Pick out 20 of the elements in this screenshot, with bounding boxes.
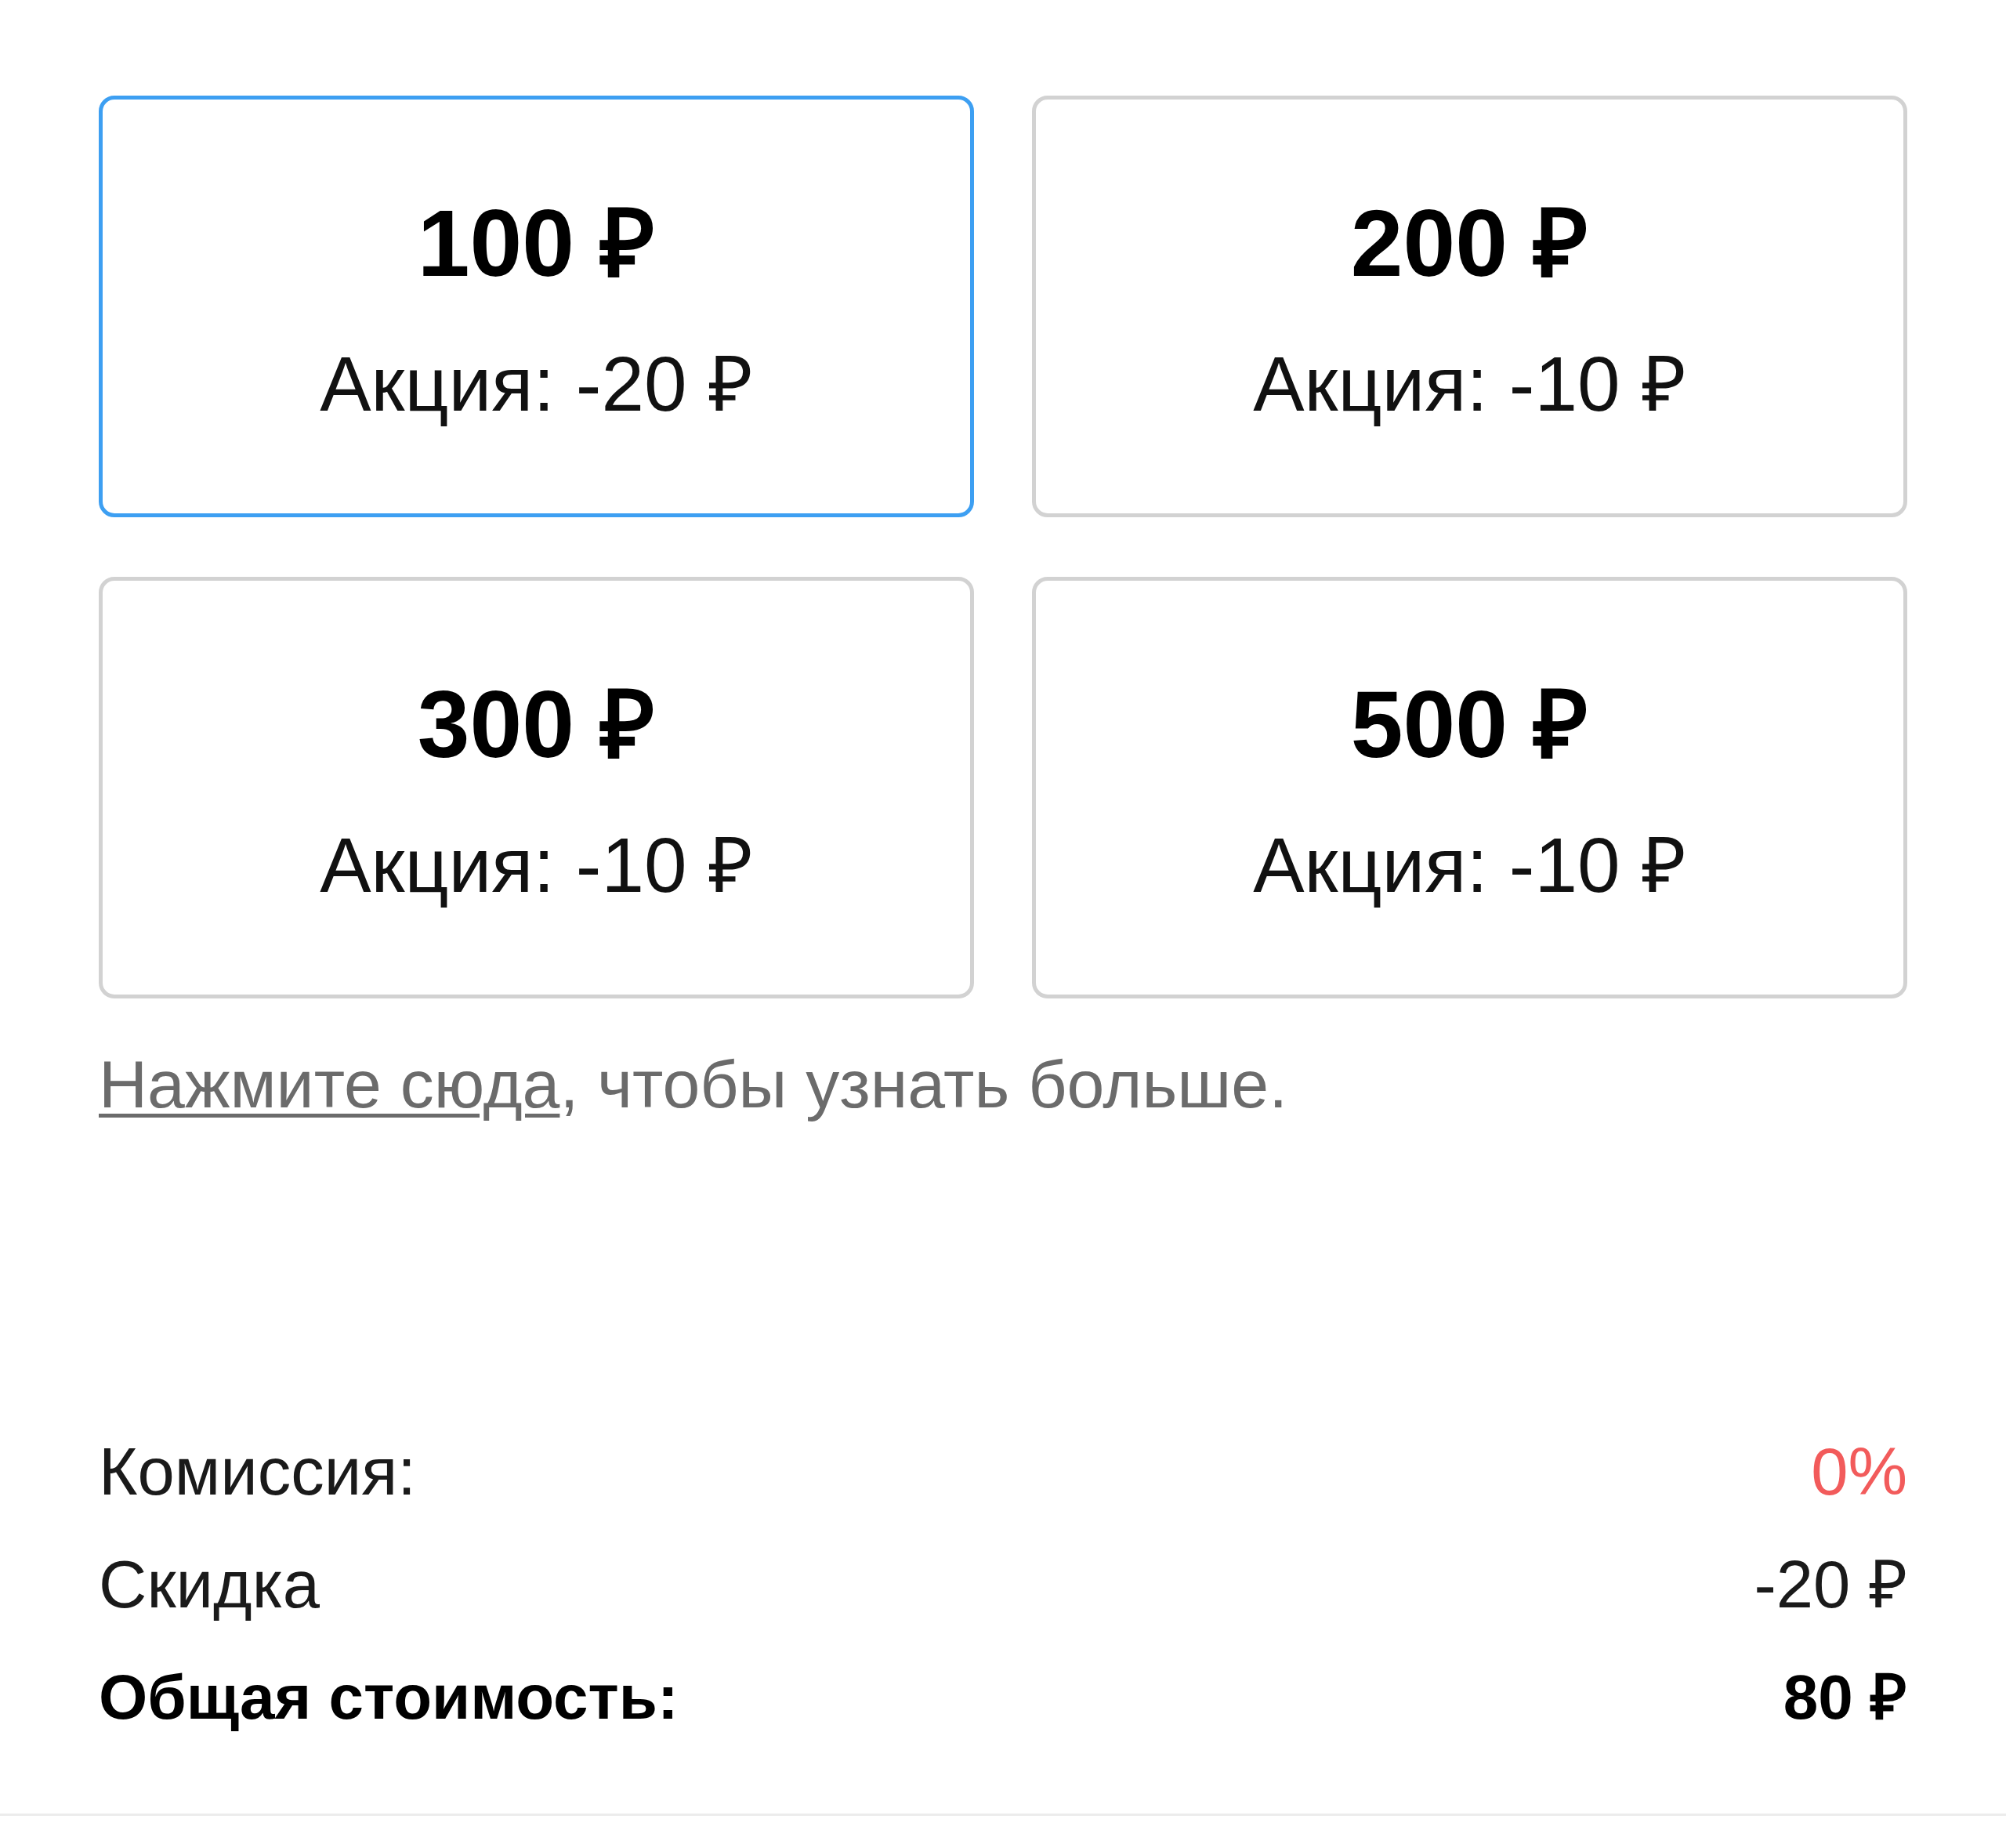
price-amount: 300 ₽ <box>417 671 656 779</box>
promo-discount: Акция: -10 ₽ <box>320 821 753 911</box>
price-option-card[interactable]: 500 ₽ Акция: -10 ₽ <box>1032 577 1907 998</box>
promo-discount: Акция: -10 ₽ <box>1253 821 1686 911</box>
more-info-link[interactable]: Нажмите сюда <box>99 1046 560 1121</box>
price-option-card[interactable]: 200 ₽ Акция: -10 ₽ <box>1032 96 1907 517</box>
summary-label: Общая стоимость: <box>99 1661 679 1734</box>
price-option-card[interactable]: 300 ₽ Акция: -10 ₽ <box>99 577 974 998</box>
summary-label: Комиссия: <box>99 1433 416 1511</box>
summary-value: 80 ₽ <box>1783 1661 1907 1734</box>
info-text: Нажмите сюда, чтобы узнать больше. <box>99 1045 1289 1123</box>
summary-label: Скидка <box>99 1546 320 1624</box>
price-option-card[interactable]: 100 ₽ Акция: -20 ₽ <box>99 96 974 517</box>
promo-discount: Акция: -10 ₽ <box>1253 340 1686 429</box>
summary-value: 0% <box>1811 1433 1907 1511</box>
price-amount: 200 ₽ <box>1350 190 1589 298</box>
price-amount: 500 ₽ <box>1350 671 1589 779</box>
price-amount: 100 ₽ <box>417 190 656 298</box>
promo-discount: Акция: -20 ₽ <box>320 340 753 429</box>
summary-value: -20 ₽ <box>1754 1546 1907 1624</box>
